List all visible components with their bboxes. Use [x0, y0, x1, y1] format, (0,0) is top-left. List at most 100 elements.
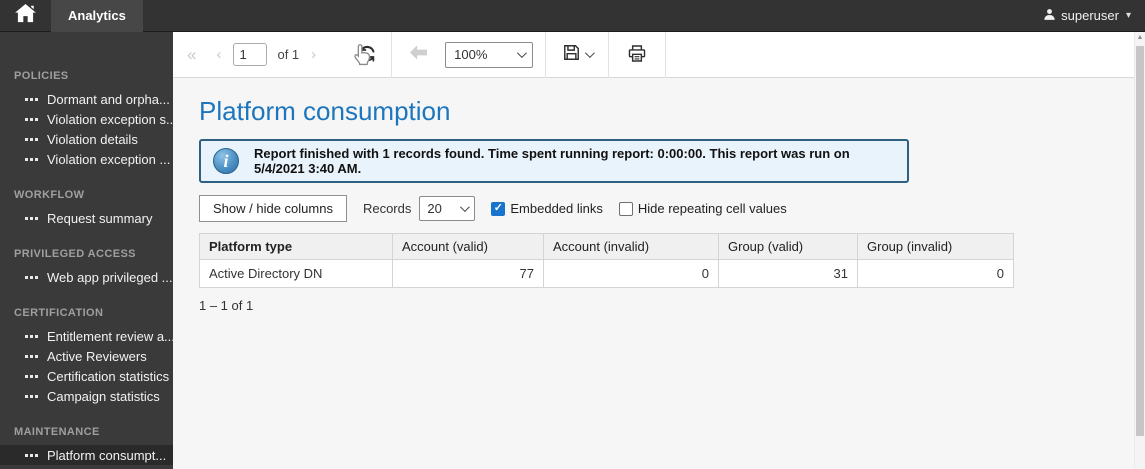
checkbox-icon: ✓	[491, 201, 506, 216]
section-title-privileged-access: PRIVILEGED ACCESS	[14, 248, 136, 260]
sidebar-section-policies: POLICIES Dormant and orpha... Violation …	[0, 70, 173, 169]
report-content: Platform consumption i Report finished w…	[173, 78, 1134, 469]
sidebar-item-label: Certification statistics	[47, 368, 170, 384]
sidebar-item-dormant-and-orphaned[interactable]: Dormant and orpha...	[0, 89, 173, 109]
records-value: 20	[427, 201, 442, 216]
column-header-account-valid: Account (valid)	[392, 233, 544, 260]
report-icon	[25, 275, 38, 279]
sidebar-item-label: Web app privileged ...	[47, 269, 173, 285]
column-header-account-invalid: Account (invalid)	[543, 233, 719, 260]
cell-group-valid: 31	[718, 259, 858, 288]
hide-repeating-checkbox[interactable]: ✓ Hide repeating cell values	[618, 201, 787, 216]
cell-platform-type: Active Directory DN	[199, 259, 393, 288]
app-window: Analytics superuser ▾ POLICIES Dormant a…	[0, 0, 1145, 469]
home-button[interactable]	[8, 0, 42, 32]
sidebar-item-label: Dormant and orpha...	[47, 91, 170, 107]
page-total-label: of 1	[277, 47, 300, 62]
refresh-icon	[358, 44, 377, 66]
embedded-links-label: Embedded links	[510, 201, 603, 216]
scrollbar-thumb[interactable]	[1136, 46, 1144, 436]
section-title-certification: CERTIFICATION	[14, 307, 104, 319]
records-label: Records	[362, 201, 412, 216]
sidebar-section-certification: CERTIFICATION Entitlement review a... Ac…	[0, 307, 173, 406]
sidebar-item-label: Violation exception ...	[47, 151, 171, 167]
zoom-value: 100%	[454, 47, 488, 62]
column-header-group-valid: Group (valid)	[718, 233, 858, 260]
export-save-button[interactable]	[562, 43, 596, 67]
results-table: Platform type Account (valid) Account (i…	[199, 233, 1014, 288]
check-icon: ✓	[493, 202, 503, 214]
caret-down-icon: ▾	[1125, 10, 1131, 21]
sidebar-item-label: Active Reviewers	[47, 348, 147, 364]
sidebar-item-certification-statistics[interactable]: Certification statistics	[0, 366, 173, 386]
show-hide-columns-button[interactable]: Show / hide columns	[199, 195, 347, 222]
topbar: Analytics superuser ▾	[0, 0, 1145, 32]
sidebar-section-privileged-access: PRIVILEGED ACCESS Web app privileged ...	[0, 248, 173, 287]
column-header-platform-type: Platform type	[199, 233, 393, 260]
person-icon	[1043, 8, 1056, 24]
sidebar-item-web-app-privileged[interactable]: Web app privileged ...	[0, 267, 173, 287]
home-icon	[14, 3, 36, 28]
zoom-select[interactable]: 100%	[445, 41, 534, 68]
section-title-policies: POLICIES	[14, 70, 69, 82]
info-icon: i	[213, 148, 239, 174]
prev-page-button[interactable]: ‹	[216, 47, 221, 62]
report-info-message: Report finished with 1 records found. Ti…	[254, 146, 850, 176]
sidebar-item-label: Violation details	[47, 131, 138, 147]
report-info-banner: i Report finished with 1 records found. …	[199, 139, 909, 183]
cell-account-invalid: 0	[543, 259, 719, 288]
pagination-summary: 1 – 1 of 1	[199, 298, 254, 313]
vertical-scrollbar[interactable]: ▲	[1134, 32, 1145, 469]
scroll-up-icon[interactable]: ▲	[1135, 34, 1145, 41]
embedded-links-checkbox[interactable]: ✓ Embedded links	[491, 201, 603, 216]
sidebar-item-label: Platform consumpt...	[47, 447, 167, 463]
report-icon	[25, 97, 38, 101]
sidebar-item-violation-exception[interactable]: Violation exception ...	[0, 149, 173, 169]
save-icon	[562, 43, 581, 67]
sidebar-item-entitlement-review[interactable]: Entitlement review a...	[0, 326, 173, 346]
toolbar-divider	[545, 31, 547, 78]
report-toolbar: « ‹ of 1 ›	[173, 31, 1134, 78]
sidebar-item-label: Request summary	[47, 210, 153, 226]
hide-repeating-label: Hide repeating cell values	[637, 201, 787, 216]
checkbox-icon: ✓	[618, 201, 633, 216]
sidebar-item-label: Campaign statistics	[47, 388, 160, 404]
chevron-down-icon	[517, 48, 528, 59]
back-button[interactable]	[410, 44, 428, 65]
sidebar-item-violation-exception-summary[interactable]: Violation exception s...	[0, 109, 173, 129]
refresh-button[interactable]	[358, 44, 377, 66]
toolbar-divider	[608, 31, 610, 78]
print-button[interactable]	[627, 44, 647, 66]
report-icon	[25, 216, 38, 220]
table-header-row: Platform type Account (valid) Account (i…	[199, 233, 1014, 260]
cell-group-invalid: 0	[857, 259, 1014, 288]
table-controls: Show / hide columns Records 20 ✓ Embedde…	[199, 195, 1134, 222]
main-panel: « ‹ of 1 ›	[173, 31, 1134, 469]
report-icon	[25, 374, 38, 378]
user-menu[interactable]: superuser ▾	[1043, 8, 1131, 24]
chevron-down-icon	[460, 202, 471, 213]
records-per-page-select[interactable]: 20	[419, 196, 476, 221]
report-sidebar: POLICIES Dormant and orpha... Violation …	[0, 32, 173, 469]
sidebar-item-label: Entitlement review a...	[47, 328, 173, 344]
arrow-left-icon	[410, 44, 428, 64]
next-page-button[interactable]: ›	[311, 47, 316, 62]
toolbar-divider	[665, 31, 667, 78]
sidebar-item-campaign-statistics[interactable]: Campaign statistics	[0, 386, 173, 406]
sidebar-item-label: Violation exception s...	[47, 111, 173, 127]
sidebar-item-platform-consumption[interactable]: Platform consumpt...	[0, 445, 173, 465]
table-row: Active Directory DN 77 0 31 0	[199, 259, 1014, 288]
sidebar-item-request-summary[interactable]: Request summary	[0, 208, 173, 228]
cell-account-valid: 77	[392, 259, 544, 288]
sidebar-section-workflow: WORKFLOW Request summary	[0, 189, 173, 228]
page-number-input[interactable]	[233, 43, 268, 66]
sidebar-item-active-reviewers[interactable]: Active Reviewers	[0, 346, 173, 366]
section-title-workflow: WORKFLOW	[14, 189, 85, 201]
first-page-button[interactable]: «	[187, 46, 196, 63]
toolbar-divider	[391, 31, 393, 78]
tab-analytics[interactable]: Analytics	[51, 0, 143, 32]
username-label: superuser	[1061, 8, 1119, 23]
sidebar-item-violation-details[interactable]: Violation details	[0, 129, 173, 149]
printer-icon	[627, 44, 647, 66]
report-icon	[25, 137, 38, 141]
